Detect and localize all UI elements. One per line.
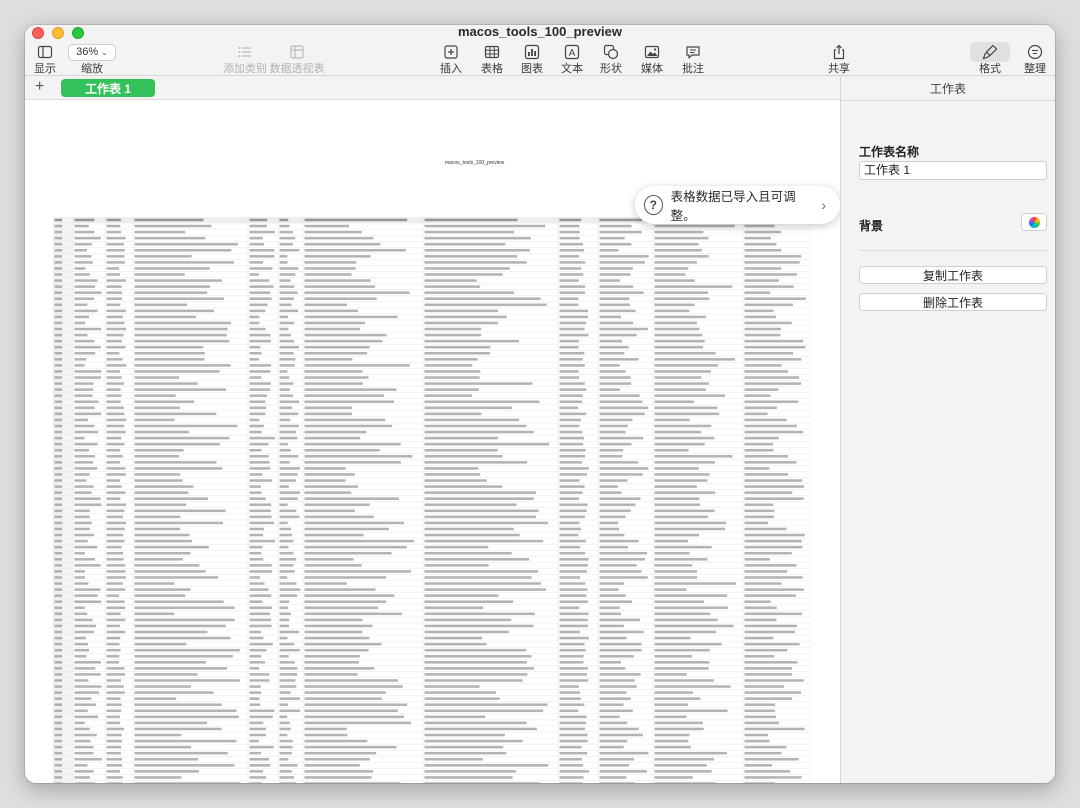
zoom-control[interactable]: 36% ⌄ 缩放	[62, 43, 122, 75]
data-table[interactable]	[53, 217, 811, 783]
sidebar-icon	[37, 45, 53, 59]
add-sheet-button[interactable]: +	[35, 78, 44, 96]
chevron-right-icon: ›	[821, 197, 826, 213]
text-box-icon: A	[564, 44, 580, 60]
sheet-name-label: 工作表名称	[859, 145, 920, 159]
sheet-name-field[interactable]: 工作表 1	[859, 161, 1047, 180]
organize-label: 整理	[1024, 63, 1046, 75]
format-inspector: 工作表 工作表名称 工作表 1 背景 复制工作表 删除工作表	[840, 76, 1055, 783]
shape-label: 形状	[600, 63, 622, 75]
chevron-down-icon: ⌄	[101, 47, 108, 57]
insert-icon	[444, 45, 458, 59]
media-icon	[644, 45, 660, 59]
add-category-button[interactable]: 添加类别	[215, 44, 275, 75]
comment-button[interactable]: 批注	[669, 44, 717, 75]
text-label: 文本	[561, 63, 583, 75]
table-icon	[484, 45, 500, 59]
add-category-label: 添加类别	[223, 63, 267, 75]
organize-button[interactable]: 整理	[1011, 44, 1055, 75]
svg-text:A: A	[569, 48, 576, 59]
pivot-table-button[interactable]: 数据透视表	[267, 44, 327, 75]
tab-sheet-1[interactable]: 工作表 1	[61, 79, 155, 97]
zoom-label: 缩放	[81, 63, 103, 75]
inspector-divider	[859, 250, 1047, 251]
share-label: 共享	[828, 63, 850, 75]
chart-icon	[524, 44, 540, 60]
background-label: 背景	[859, 219, 884, 233]
import-notice[interactable]: ? 表格数据已导入且可调整。 ›	[635, 186, 840, 224]
list-icon	[238, 47, 251, 57]
share-icon	[833, 44, 845, 60]
sheet-tab-bar: + 工作表 1	[25, 76, 840, 100]
zoom-value: 36%	[76, 46, 99, 58]
pivot-table-label: 数据透视表	[269, 63, 325, 75]
import-notice-text: 表格数据已导入且可调整。	[670, 190, 796, 223]
media-label: 媒体	[641, 63, 663, 75]
inspector-header: 工作表	[841, 76, 1055, 101]
delete-sheet-button[interactable]: 删除工作表	[859, 293, 1047, 311]
help-icon: ?	[644, 195, 663, 215]
insert-label: 插入	[440, 63, 462, 75]
paintbrush-icon	[982, 44, 998, 60]
comment-label: 批注	[682, 63, 704, 75]
pivot-table-icon	[290, 45, 304, 59]
table-label: 表格	[481, 63, 503, 75]
format-button[interactable]: 格式	[964, 42, 1016, 75]
chart-label: 图表	[521, 63, 543, 75]
shape-icon	[603, 44, 619, 60]
window-title: macos_tools_100_preview	[457, 25, 623, 39]
zoom-select[interactable]: 36% ⌄	[68, 43, 116, 61]
duplicate-sheet-button[interactable]: 复制工作表	[859, 266, 1047, 284]
sheet-canvas[interactable]: macos_tools_100_preview ? 表格数据已导入且可调整。 ›	[25, 101, 840, 783]
format-label: 格式	[979, 63, 1001, 75]
toolbar: macos_tools_100_preview 显示 36% ⌄ 缩放 添加类别 …	[25, 25, 1055, 76]
numbers-window: macos_tools_100_preview 显示 36% ⌄ 缩放 添加类别 …	[25, 25, 1055, 783]
background-color-well[interactable]	[1021, 213, 1047, 231]
organize-icon	[1027, 44, 1043, 60]
color-wheel-icon	[1028, 216, 1040, 228]
comment-icon	[686, 46, 700, 59]
table-title: macos_tools_100_preview	[445, 160, 505, 166]
share-button[interactable]: 共享	[815, 44, 863, 75]
view-label: 显示	[34, 63, 56, 75]
